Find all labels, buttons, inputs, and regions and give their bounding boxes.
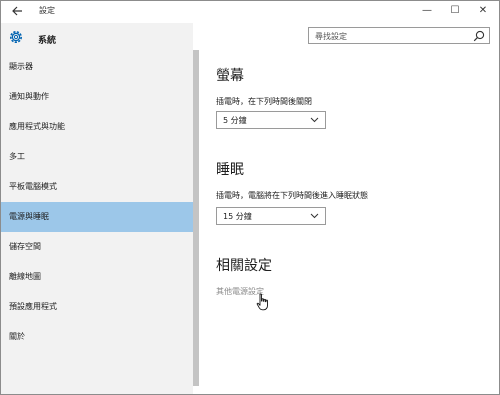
section-title: 系統 — [38, 36, 57, 46]
close-icon: ✕ — [478, 5, 488, 16]
screen-timeout-dropdown[interactable]: 5 分鐘 — [216, 111, 326, 129]
sidebar-item-label: 電源與睡眠 — [9, 212, 49, 221]
sidebar: 系統 顯示器 通知與動作 應用程式與功能 多工 平板電腦模式 電源與睡眠 儲存空… — [1, 23, 193, 394]
search-placeholder: 尋找設定 — [315, 32, 347, 41]
sidebar-item-about[interactable]: 關於 — [1, 322, 193, 352]
maximize-button[interactable]: ☐ — [441, 1, 469, 21]
minimize-icon: — — [422, 5, 432, 16]
chevron-down-icon — [310, 213, 319, 219]
sidebar-item-power-sleep[interactable]: 電源與睡眠 — [1, 202, 193, 232]
sleep-label: 插電時，電腦將在下列時間後進入睡眠狀態 — [216, 191, 368, 200]
sidebar-item-label: 儲存空間 — [9, 242, 41, 251]
screen-heading: 螢幕 — [216, 68, 244, 84]
sidebar-item-label: 關於 — [9, 332, 25, 341]
sleep-timeout-value: 15 分鐘 — [223, 212, 252, 221]
screen-timeout-value: 5 分鐘 — [223, 116, 247, 125]
settings-window: 設定 — ☐ ✕ 系統 顯示器 通知與動作 應用程式與功能 多工 平板電腦模式 … — [0, 0, 500, 395]
sidebar-item-label: 離線地圖 — [9, 272, 41, 281]
sidebar-item-apps[interactable]: 應用程式與功能 — [1, 112, 193, 142]
chevron-down-icon — [310, 117, 319, 123]
screen-label: 插電時，在下列時間後關閉 — [216, 97, 312, 106]
sidebar-item-label: 應用程式與功能 — [9, 122, 65, 131]
sidebar-item-tablet-mode[interactable]: 平板電腦模式 — [1, 172, 193, 202]
sidebar-item-label: 平板電腦模式 — [9, 182, 57, 191]
sleep-timeout-dropdown[interactable]: 15 分鐘 — [216, 207, 326, 225]
sidebar-item-multitasking[interactable]: 多工 — [1, 142, 193, 172]
sidebar-header: 系統 — [1, 25, 193, 53]
sidebar-item-offline-maps[interactable]: 離線地圖 — [1, 262, 193, 292]
search-input[interactable]: 尋找設定 — [308, 27, 490, 44]
sidebar-item-display[interactable]: 顯示器 — [1, 52, 193, 82]
hand-cursor-icon — [256, 293, 268, 311]
sidebar-item-storage[interactable]: 儲存空間 — [1, 232, 193, 262]
close-button[interactable]: ✕ — [469, 1, 497, 21]
sidebar-item-label: 顯示器 — [9, 62, 33, 71]
sleep-heading: 睡眠 — [216, 162, 244, 178]
back-button[interactable] — [9, 3, 25, 19]
minimize-button[interactable]: — — [413, 1, 441, 21]
window-title: 設定 — [39, 6, 55, 15]
main-content: 螢幕 插電時，在下列時間後關閉 5 分鐘 睡眠 插電時，電腦將在下列時間後進入睡… — [199, 51, 499, 394]
maximize-icon: ☐ — [450, 5, 460, 16]
related-settings-heading: 相關設定 — [216, 258, 272, 274]
gear-icon — [10, 31, 22, 43]
sidebar-item-label: 通知與動作 — [9, 92, 49, 101]
back-arrow-icon — [12, 6, 22, 16]
title-bar: 設定 — ☐ ✕ — [1, 1, 499, 23]
sidebar-item-label: 預設應用程式 — [9, 302, 57, 311]
sidebar-item-notifications[interactable]: 通知與動作 — [1, 82, 193, 112]
sidebar-item-label: 多工 — [9, 152, 25, 161]
search-icon — [473, 30, 485, 42]
sidebar-item-default-apps[interactable]: 預設應用程式 — [1, 292, 193, 322]
